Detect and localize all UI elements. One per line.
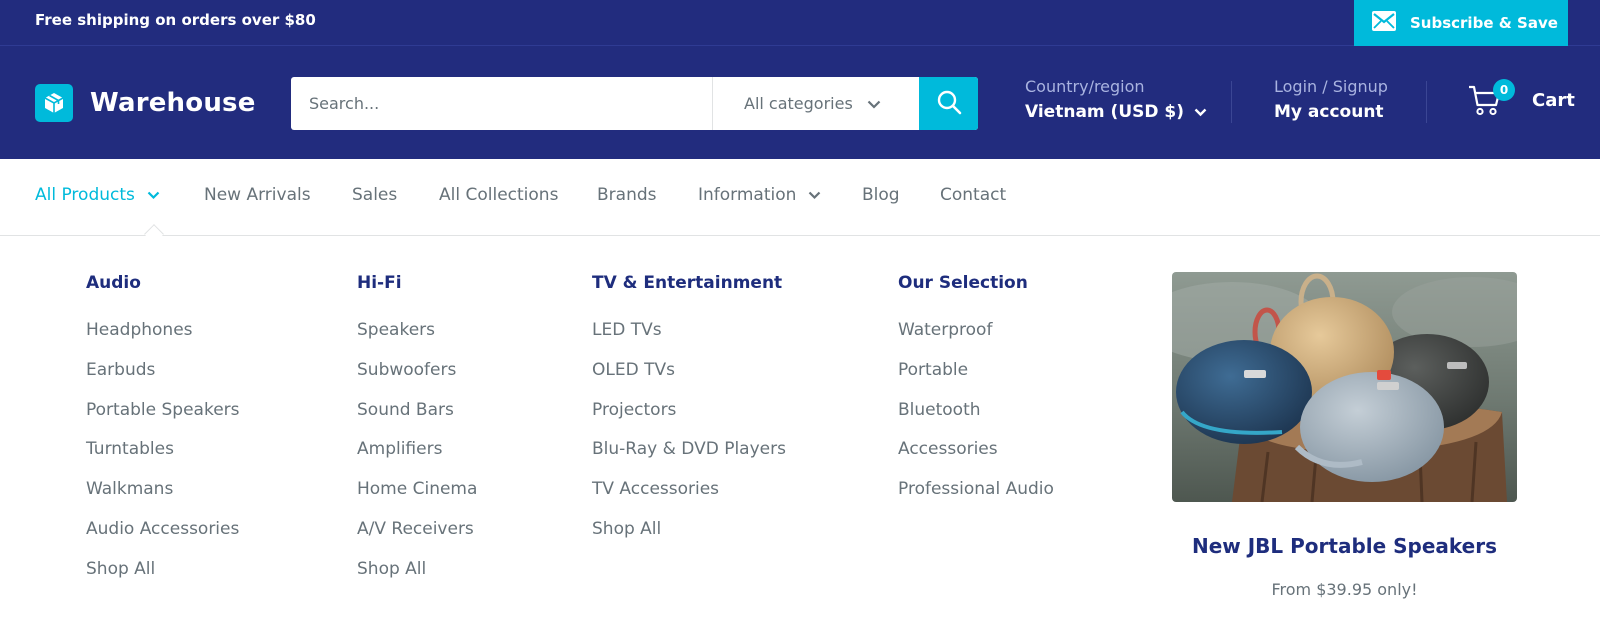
menu-link[interactable]: Turntables: [86, 430, 240, 470]
menu-link[interactable]: Portable Speakers: [86, 391, 240, 431]
promo-image-speakers[interactable]: [1172, 272, 1517, 502]
category-select[interactable]: All categories: [712, 77, 919, 130]
announcement-text: Free shipping on orders over $80: [35, 11, 316, 29]
header-divider: [1231, 81, 1232, 123]
menu-column-title[interactable]: Hi-Fi: [357, 273, 477, 293]
promo-subtitle: From $39.95 only!: [1271, 580, 1418, 599]
nav-item-label: All Products: [35, 185, 135, 205]
country-selector[interactable]: Country/region Vietnam (USD $): [1025, 77, 1207, 122]
login-signup-label: Login / Signup: [1274, 77, 1388, 96]
nav-item-blog[interactable]: Blog: [862, 185, 900, 205]
menu-link[interactable]: Shop All: [86, 550, 240, 590]
menu-link[interactable]: Speakers: [357, 311, 477, 351]
nav-item-all-collections[interactable]: All Collections: [439, 185, 558, 205]
menu-link[interactable]: Walkmans: [86, 470, 240, 510]
chevron-down-icon: [1194, 102, 1207, 122]
menu-link[interactable]: Audio Accessories: [86, 510, 240, 550]
menu-link[interactable]: Professional Audio: [898, 470, 1054, 510]
nav-item-label: Sales: [352, 185, 398, 205]
cart-button[interactable]: 0 Cart: [1468, 79, 1575, 117]
menu-link[interactable]: Shop All: [357, 550, 477, 590]
promo-title[interactable]: New JBL Portable Speakers: [1172, 534, 1517, 558]
nav-item-all-products[interactable]: All Products: [35, 185, 160, 205]
menu-link[interactable]: Bluetooth: [898, 391, 1054, 431]
logo-text: Warehouse: [90, 88, 256, 118]
nav-item-label: All Collections: [439, 185, 559, 205]
menu-column-hifi: Hi-Fi Speakers Subwoofers Sound Bars Amp…: [357, 273, 477, 590]
chevron-down-icon: [808, 185, 821, 205]
menu-link[interactable]: TV Accessories: [592, 470, 786, 510]
main-nav: All Products New Arrivals Sales All Coll…: [0, 159, 1600, 244]
logo[interactable]: Warehouse: [35, 84, 256, 122]
nav-item-label: Blog: [862, 185, 900, 205]
menu-column-audio: Audio Headphones Earbuds Portable Speake…: [86, 273, 240, 590]
menu-link[interactable]: A/V Receivers: [357, 510, 477, 550]
nav-item-brands[interactable]: Brands: [597, 185, 657, 205]
menu-link[interactable]: Earbuds: [86, 351, 240, 391]
menu-column-title[interactable]: Our Selection: [898, 273, 1054, 293]
menu-link[interactable]: Headphones: [86, 311, 240, 351]
menu-link[interactable]: Sound Bars: [357, 391, 477, 431]
menu-link[interactable]: Shop All: [592, 510, 786, 550]
mega-menu: Audio Headphones Earbuds Portable Speake…: [0, 236, 1600, 629]
nav-item-label: Brands: [597, 185, 657, 205]
menu-link[interactable]: Waterproof: [898, 311, 1054, 351]
nav-item-label: Contact: [940, 185, 1007, 205]
country-value: Vietnam (USD $): [1025, 102, 1184, 122]
nav-item-label: Information: [698, 185, 797, 205]
box-icon: [35, 84, 73, 122]
my-account-label: My account: [1274, 102, 1384, 122]
cart-count-badge: 0: [1493, 79, 1515, 101]
menu-link[interactable]: Amplifiers: [357, 430, 477, 470]
menu-column-tv-entertainment: TV & Entertainment LED TVs OLED TVs Proj…: [592, 273, 786, 550]
site-header: Warehouse All categories Country/region …: [0, 46, 1600, 159]
nav-item-sales[interactable]: Sales: [352, 185, 397, 205]
cart-label: Cart: [1532, 89, 1575, 111]
announcement-bar: Free shipping on orders over $80 Subscri…: [0, 0, 1600, 46]
nav-item-new-arrivals[interactable]: New Arrivals: [204, 185, 311, 205]
menu-column-title[interactable]: Audio: [86, 273, 240, 293]
nav-item-label: New Arrivals: [204, 185, 311, 205]
menu-link[interactable]: Subwoofers: [357, 351, 477, 391]
mail-icon: [1372, 11, 1396, 35]
subscribe-label: Subscribe & Save: [1410, 14, 1558, 32]
nav-item-contact[interactable]: Contact: [940, 185, 1006, 205]
menu-link[interactable]: Blu-Ray & DVD Players: [592, 430, 786, 470]
search-icon: [936, 89, 962, 119]
menu-link[interactable]: LED TVs: [592, 311, 786, 351]
search-button[interactable]: [919, 77, 978, 130]
chevron-down-icon: [147, 185, 160, 205]
menu-column-title[interactable]: TV & Entertainment: [592, 273, 786, 293]
subscribe-button[interactable]: Subscribe & Save: [1354, 0, 1568, 46]
chevron-down-icon: [867, 94, 881, 113]
account-link[interactable]: Login / Signup My account: [1274, 77, 1388, 122]
cart-icon: 0: [1468, 79, 1515, 117]
country-label: Country/region: [1025, 77, 1145, 96]
search-input[interactable]: [291, 77, 712, 130]
menu-link[interactable]: Portable: [898, 351, 1054, 391]
menu-link[interactable]: OLED TVs: [592, 351, 786, 391]
menu-link[interactable]: Projectors: [592, 391, 786, 431]
nav-item-information[interactable]: Information: [698, 185, 821, 205]
menu-column-our-selection: Our Selection Waterproof Portable Blueto…: [898, 273, 1054, 510]
header-divider: [1426, 81, 1427, 123]
menu-link[interactable]: Home Cinema: [357, 470, 477, 510]
category-select-value: All categories: [744, 94, 853, 113]
search-bar: All categories: [291, 77, 978, 130]
menu-link[interactable]: Accessories: [898, 430, 1054, 470]
